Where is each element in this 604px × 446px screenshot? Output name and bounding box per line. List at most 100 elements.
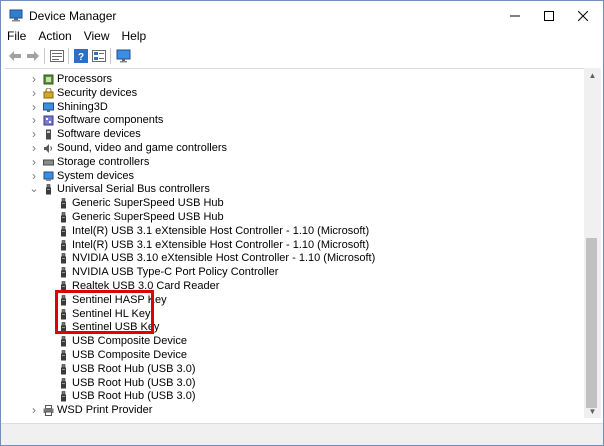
software-component-icon: [43, 115, 54, 126]
tree-device-item[interactable]: Generic SuperSpeed USB Hub: [5, 197, 585, 211]
tree-item-label: Intel(R) USB 3.1 eXtensible Host Control…: [72, 224, 370, 237]
tree-category[interactable]: › Security devices: [5, 86, 585, 101]
menu-action[interactable]: Action: [32, 28, 77, 45]
scroll-thumb[interactable]: [586, 238, 597, 408]
window-title: Device Manager: [29, 9, 117, 23]
expand-chevron-icon[interactable]: ›: [29, 403, 39, 418]
usb-icon: [61, 350, 66, 361]
scan-hardware-button[interactable]: [115, 48, 131, 64]
security-icon: [43, 87, 54, 99]
tree-category-usb[interactable]: ⌄ Universal Serial Bus controllers: [5, 183, 585, 197]
menu-help[interactable]: Help: [116, 28, 153, 45]
menu-view[interactable]: View: [78, 28, 116, 45]
security-icon-wrapper: [43, 87, 54, 99]
software-device-icon-wrapper: [43, 129, 54, 140]
usb-icon-wrapper: [58, 225, 69, 237]
properties-button[interactable]: [49, 48, 65, 64]
tree-item-label: USB Root Hub (USB 3.0): [72, 376, 196, 389]
back-arrow-icon: [9, 51, 21, 61]
device-icon-wrapper: [43, 102, 54, 113]
expand-chevron-icon[interactable]: ›: [29, 114, 39, 128]
forward-arrow-icon: [27, 51, 39, 61]
tree-category[interactable]: › Software devices: [5, 127, 585, 142]
expand-chevron-icon[interactable]: ›: [29, 155, 39, 170]
tree-item-label: NVIDIA USB Type-C Port Policy Controller: [72, 266, 279, 279]
usb-icon-wrapper: [58, 253, 69, 264]
tree-item-label: Universal Serial Bus controllers: [57, 183, 210, 196]
usb-icon: [61, 267, 66, 278]
tree-category[interactable]: › WSD Print Provider: [5, 403, 585, 418]
tree-device-item[interactable]: Intel(R) USB 3.1 eXtensible Host Control…: [5, 225, 585, 239]
tree-category[interactable]: › Storage controllers: [5, 155, 585, 170]
processor-icon-wrapper: [43, 74, 54, 85]
usb-icon-wrapper: [58, 377, 69, 389]
sound-icon: [44, 143, 52, 153]
tree-device-item[interactable]: USB Root Hub (USB 3.0): [5, 377, 585, 391]
tree-item-label: Software devices: [57, 128, 141, 141]
tree-device-item[interactable]: Generic SuperSpeed USB Hub: [5, 211, 585, 225]
usb-icon: [61, 225, 66, 237]
status-bar: [1, 423, 603, 445]
tree-category[interactable]: › Software components: [5, 114, 585, 128]
tree-category[interactable]: › System devices: [5, 169, 585, 184]
tree-item-label: System devices: [57, 169, 135, 182]
expand-chevron-icon[interactable]: ›: [29, 86, 39, 101]
scroll-up-arrow-icon[interactable]: ▲: [584, 68, 601, 82]
toolbar-separator: [44, 48, 45, 64]
expand-chevron-icon[interactable]: ›: [29, 169, 39, 184]
device-tree-pane[interactable]: › Processors › Security devices › Shining3D › S…: [5, 68, 597, 423]
tree-item-label: USB Root Hub (USB 3.0): [72, 362, 196, 375]
expand-chevron-icon[interactable]: ›: [29, 141, 39, 156]
tree-item-label: Intel(R) USB 3.1 eXtensible Host Control…: [72, 238, 370, 251]
software-device-icon: [46, 129, 51, 140]
tree-category[interactable]: › Processors: [5, 72, 585, 87]
usb-icon-wrapper: [58, 212, 69, 223]
tree-item-label: Generic SuperSpeed USB Hub: [72, 197, 224, 210]
tree-item-label: USB Composite Device: [72, 335, 187, 348]
tree-item-label: Processors: [57, 73, 113, 85]
svg-text:?: ?: [78, 52, 84, 63]
forward-button[interactable]: [25, 48, 41, 64]
tree-device-item[interactable]: USB Composite Device: [5, 335, 585, 349]
tree-item-label: Software components: [57, 114, 164, 127]
usb-icon-wrapper: [58, 239, 69, 251]
tree-item-label: Sound, video and game controllers: [57, 141, 227, 154]
usb-icon-wrapper: [58, 363, 69, 375]
storage-icon-wrapper: [43, 157, 54, 168]
usb-icon: [61, 336, 66, 347]
tree-category[interactable]: › Shining3D: [5, 100, 585, 115]
expand-chevron-icon[interactable]: ›: [29, 100, 39, 115]
tree-device-item[interactable]: USB Root Hub (USB 3.0): [5, 390, 585, 404]
tree-device-item[interactable]: NVIDIA USB 3.10 eXtensible Host Controll…: [5, 252, 585, 266]
help-button[interactable]: ?: [73, 48, 89, 64]
menu-bar: File Action View Help: [1, 28, 603, 45]
usb-icon-wrapper: [58, 391, 69, 402]
minimize-icon: [510, 15, 520, 17]
usb-category-icon: [46, 184, 51, 195]
view-button[interactable]: [91, 48, 107, 64]
tree-device-item[interactable]: NVIDIA USB Type-C Port Policy Controller: [5, 266, 585, 280]
menu-file[interactable]: File: [1, 28, 32, 45]
minimize-button[interactable]: [497, 1, 533, 31]
collapse-chevron-icon[interactable]: ⌄: [29, 183, 39, 197]
expand-chevron-icon[interactable]: ›: [29, 127, 39, 142]
maximize-button[interactable]: [531, 1, 567, 31]
toolbar-separator: [68, 48, 69, 64]
software-component-icon-wrapper: [43, 115, 54, 126]
view-list-icon: [92, 50, 106, 62]
storage-icon: [43, 159, 54, 166]
title-bar[interactable]: Device Manager: [1, 1, 603, 31]
tree-device-item[interactable]: USB Root Hub (USB 3.0): [5, 363, 585, 377]
tree-device-item[interactable]: USB Composite Device: [5, 349, 585, 363]
tree-category[interactable]: › Sound, video and game controllers: [5, 141, 585, 156]
tree-item-label: USB Composite Device: [72, 348, 187, 361]
tree-item-label: USB Root Hub (USB 3.0): [72, 390, 196, 403]
vertical-scrollbar[interactable]: ▲ ▼: [584, 68, 601, 418]
scroll-down-arrow-icon[interactable]: ▼: [584, 404, 601, 418]
back-button[interactable]: [7, 48, 23, 64]
expand-chevron-icon[interactable]: ›: [29, 72, 39, 87]
tree-device-item[interactable]: Intel(R) USB 3.1 eXtensible Host Control…: [5, 239, 585, 253]
usb-icon: [61, 239, 66, 251]
close-button[interactable]: [565, 1, 601, 31]
printer-icon-wrapper: [43, 405, 54, 417]
